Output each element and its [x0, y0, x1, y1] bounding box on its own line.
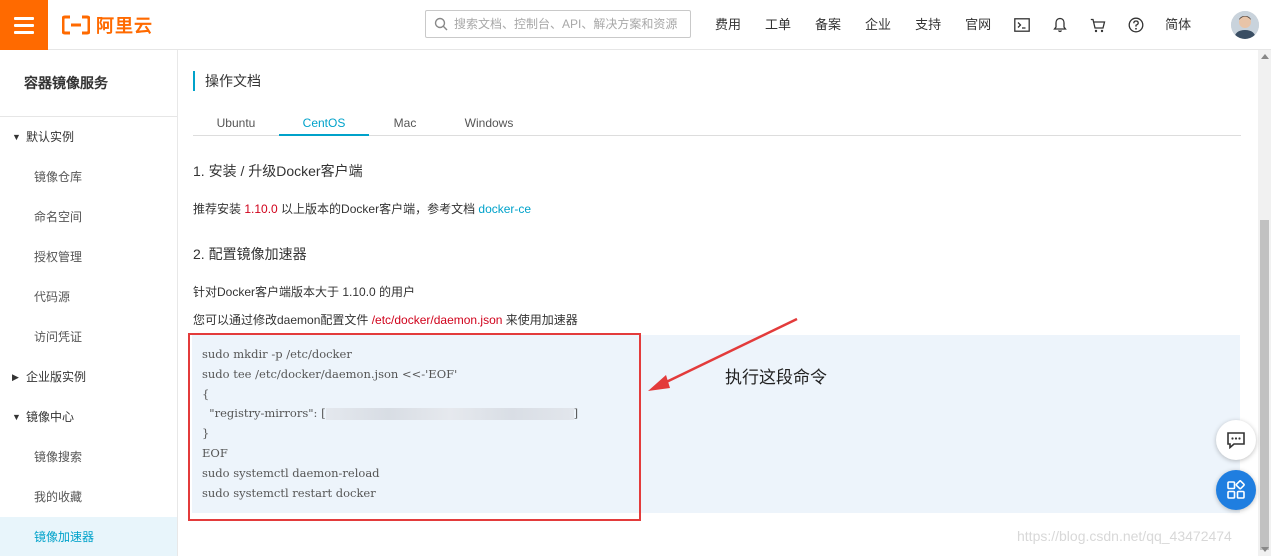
terminal-icon[interactable]: [1003, 0, 1041, 50]
sidebar-group-label: 镜像中心: [26, 410, 75, 424]
tab-centos[interactable]: CentOS: [279, 112, 369, 136]
step2-line2-before: 您可以通过修改daemon配置文件: [193, 313, 372, 327]
sidebar-group-image-center[interactable]: ▼ 镜像中心: [0, 397, 177, 437]
sidebar-item-authorization[interactable]: 授权管理: [0, 237, 177, 277]
step2-line2-after: 来使用加速器: [502, 313, 578, 327]
search-input[interactable]: [454, 17, 684, 31]
section-title: 操作文档: [193, 71, 261, 91]
tab-windows[interactable]: Windows: [441, 112, 537, 136]
caret-down-icon: ▼: [12, 412, 21, 422]
aliyun-logo[interactable]: 阿里云: [62, 13, 153, 37]
sidebar: 容器镜像服务 ▼ 默认实例 镜像仓库 命名空间 授权管理 代码源 访问凭证 ▶ …: [0, 50, 178, 556]
scroll-up-icon[interactable]: [1261, 54, 1269, 59]
step2-title: 2. 配置镜像加速器: [193, 246, 307, 262]
search-box[interactable]: [425, 10, 691, 38]
brand-name: 阿里云: [96, 16, 153, 36]
sidebar-item-namespaces[interactable]: 命名空间: [0, 197, 177, 237]
nav-fees[interactable]: 费用: [703, 0, 753, 50]
sidebar-item-accelerator[interactable]: 镜像加速器: [0, 517, 177, 556]
sidebar-item-repositories[interactable]: 镜像仓库: [0, 157, 177, 197]
sidebar-item-image-search[interactable]: 镜像搜索: [0, 437, 177, 477]
scroll-thumb[interactable]: [1260, 220, 1269, 550]
scrollbar[interactable]: [1258, 50, 1271, 556]
step1-text-before: 推荐安装: [193, 202, 245, 216]
avatar[interactable]: [1231, 11, 1259, 39]
docker-ce-link[interactable]: docker-ce: [478, 202, 531, 216]
nav-enterprise[interactable]: 企业: [853, 0, 903, 50]
cart-icon[interactable]: [1079, 0, 1117, 50]
chat-icon: [1227, 432, 1245, 449]
step1-text-after: 以上版本的Docker客户端，参考文档: [277, 202, 479, 216]
watermark: https://blog.csdn.net/qq_43472474: [1017, 528, 1232, 544]
nav-support[interactable]: 支持: [903, 0, 953, 50]
chat-button[interactable]: [1216, 420, 1256, 460]
sidebar-group-default-instance[interactable]: ▼ 默认实例: [0, 117, 177, 157]
sidebar-item-code-source[interactable]: 代码源: [0, 277, 177, 317]
sidebar-title: 容器镜像服务: [0, 50, 177, 117]
caret-right-icon: ▶: [12, 372, 19, 382]
sidebar-group-label: 默认实例: [26, 130, 75, 144]
highlight-frame: [188, 333, 641, 521]
step2-line1: 针对Docker客户端版本大于 1.10.0 的用户: [193, 285, 416, 299]
apps-button[interactable]: [1216, 470, 1256, 510]
tab-mac[interactable]: Mac: [369, 112, 441, 136]
nav-icp[interactable]: 备案: [803, 0, 853, 50]
tab-ubuntu[interactable]: Ubuntu: [193, 112, 279, 136]
annotation-text: 执行这段命令: [725, 368, 827, 387]
nav-website[interactable]: 官网: [953, 0, 1003, 50]
version-number: 1.10.0: [244, 202, 278, 216]
search-icon: [434, 17, 448, 31]
config-path: /etc/docker/daemon.json: [371, 313, 503, 327]
apps-icon: [1227, 480, 1245, 499]
sidebar-group-label: 企业版实例: [26, 370, 87, 384]
step1-text: 推荐安装 1.10.0 以上版本的Docker客户端，参考文档 docker-c…: [193, 200, 531, 217]
nav-tickets[interactable]: 工单: [753, 0, 803, 50]
sidebar-item-favorites[interactable]: 我的收藏: [0, 477, 177, 517]
aliyun-logo-icon: [62, 15, 90, 35]
top-bar: 阿里云 费用 工单 备案 企业 支持 官网 简体: [0, 0, 1271, 50]
caret-down-icon: ▼: [12, 132, 21, 142]
language-switch[interactable]: 简体: [1155, 0, 1201, 50]
sidebar-group-enterprise-instance[interactable]: ▶ 企业版实例: [0, 357, 177, 397]
menu-icon[interactable]: [0, 0, 48, 50]
bell-icon[interactable]: [1041, 0, 1079, 50]
step2-line2: 您可以通过修改daemon配置文件 /etc/docker/daemon.jso…: [193, 311, 578, 328]
sidebar-item-credentials[interactable]: 访问凭证: [0, 317, 177, 357]
top-nav: 费用 工单 备案 企业 支持 官网 简体: [703, 0, 1201, 50]
step1-title: 1. 安装 / 升级Docker客户端: [193, 163, 363, 179]
scroll-down-icon[interactable]: [1261, 547, 1269, 552]
os-tabs: Ubuntu CentOS Mac Windows: [193, 112, 1241, 136]
help-icon[interactable]: [1117, 0, 1155, 50]
main-content: 操作文档 Ubuntu CentOS Mac Windows 1. 安装 / 升…: [178, 50, 1258, 556]
